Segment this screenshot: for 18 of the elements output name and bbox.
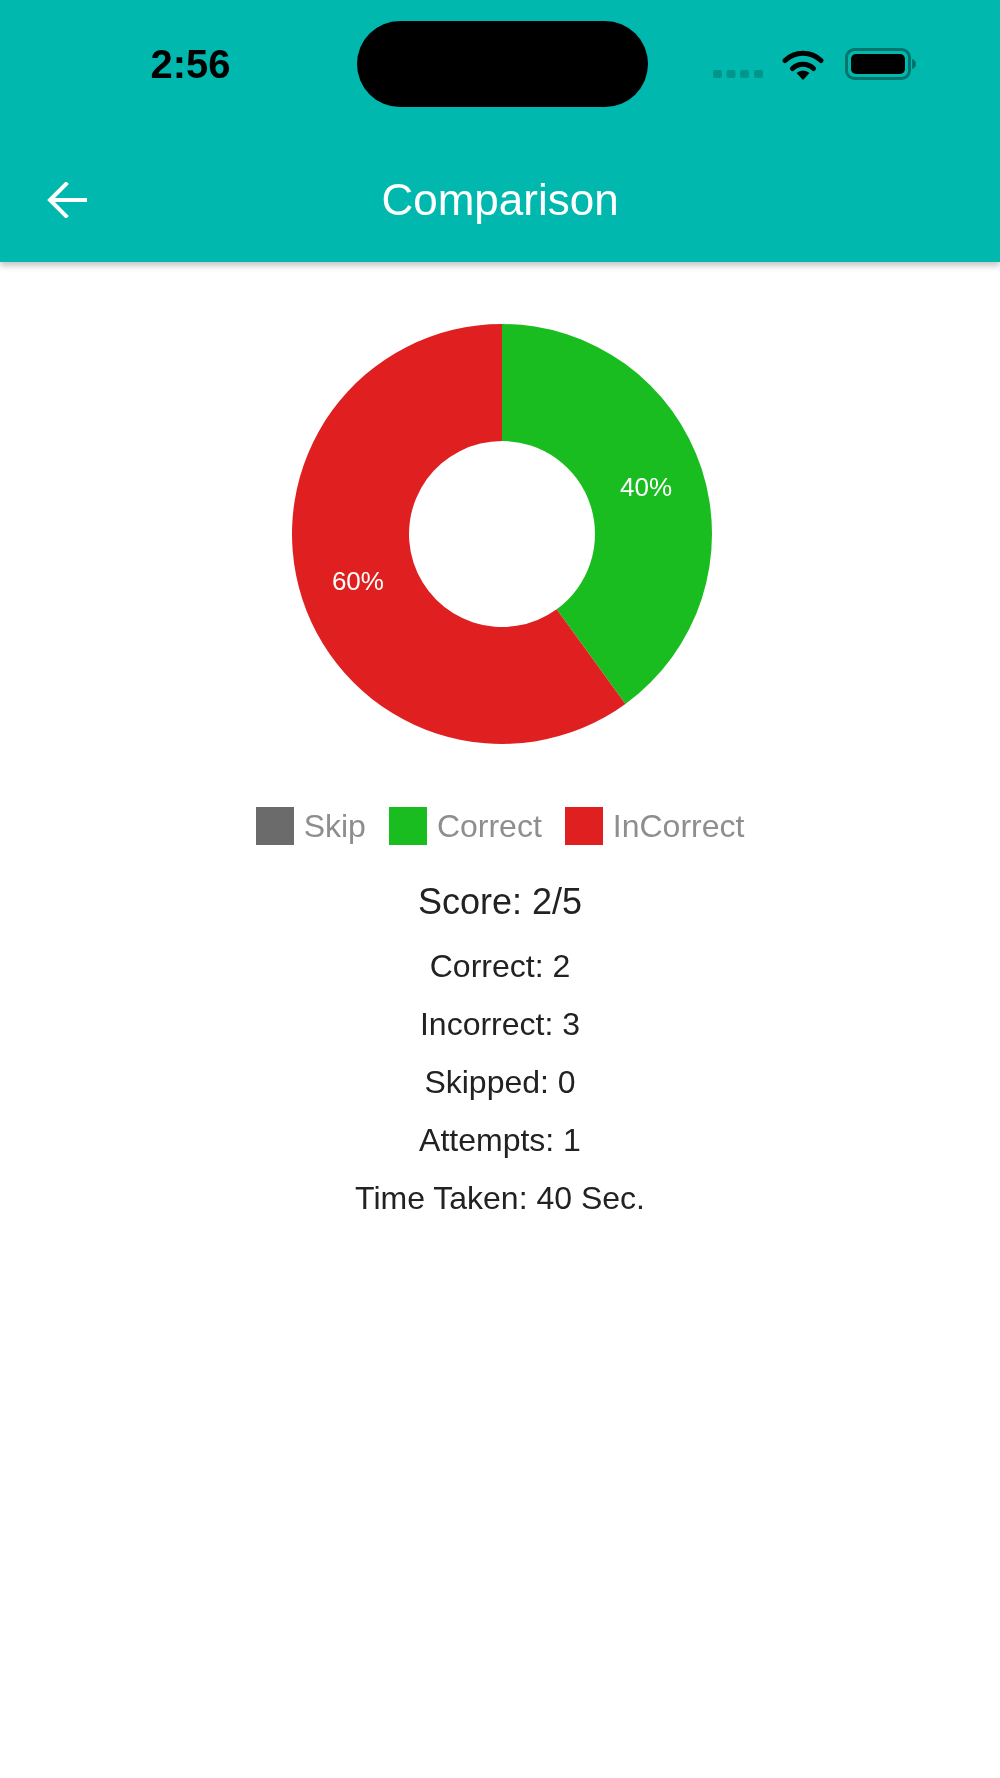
- stat-text: Skipped: 0: [424, 1063, 576, 1102]
- stat-text: Time Taken: 40 Sec.: [355, 1179, 645, 1218]
- legend-label: InCorrect: [612, 807, 745, 845]
- slice-label: 40%: [620, 472, 673, 503]
- screen-title: Comparison: [381, 177, 619, 222]
- battery-icon: [845, 48, 917, 80]
- signal-icon: [713, 70, 763, 78]
- wifi-icon: [782, 48, 824, 80]
- arrow-left-icon: [47, 181, 87, 218]
- legend-label: Skip: [303, 807, 366, 845]
- stat-text: Correct: 2: [429, 947, 571, 986]
- stat-text: Attempts: 1: [419, 1121, 581, 1160]
- stat-text: Incorrect: 3: [419, 1005, 580, 1044]
- score-text: Score: 2/5: [417, 881, 583, 923]
- slice-label: 60%: [331, 565, 384, 596]
- legend-label: Correct: [436, 807, 542, 845]
- back-button[interactable]: [47, 181, 87, 218]
- status-time: 2:56: [150, 44, 231, 84]
